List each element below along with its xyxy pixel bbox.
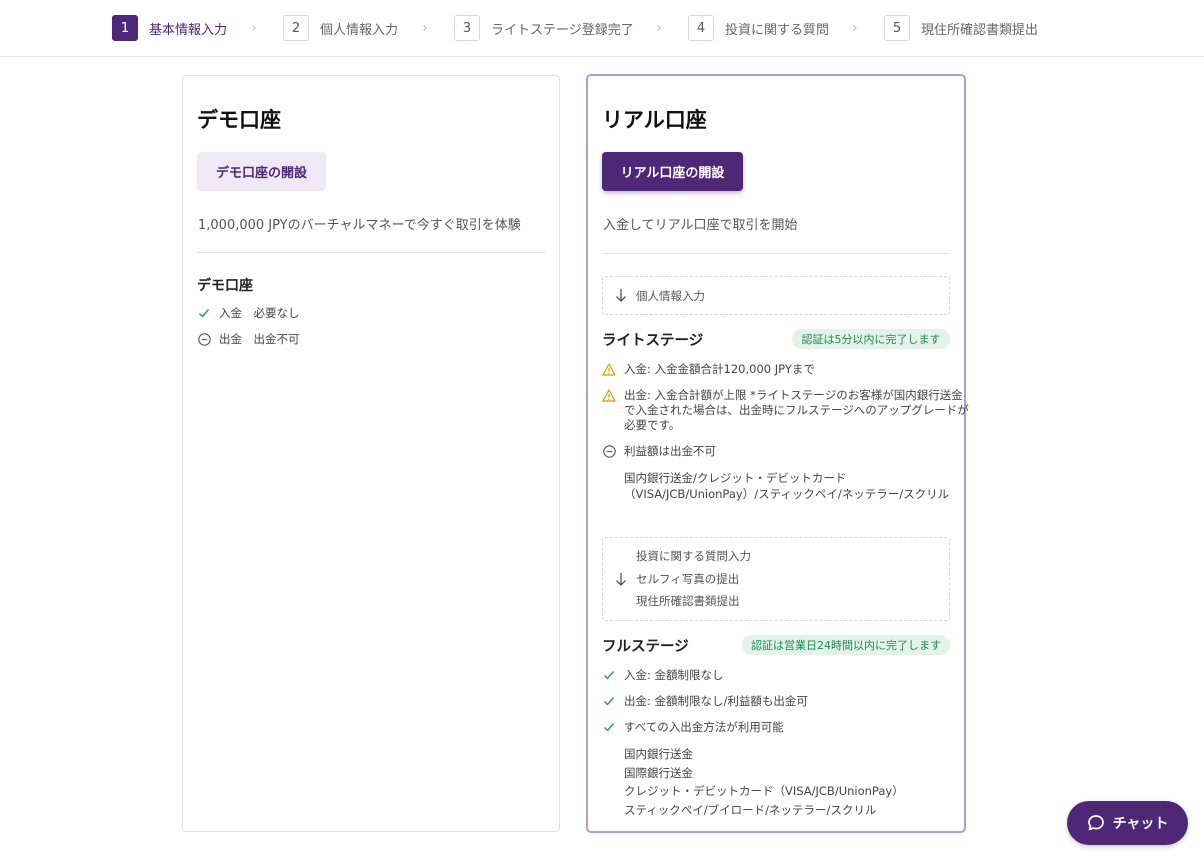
step-5[interactable]: 5 現住所確認書類提出	[884, 15, 1038, 41]
chat-button[interactable]: チャット	[1067, 801, 1188, 845]
chat-button-label: チャット	[1112, 816, 1169, 832]
lite-profit-text: 利益額は出金不可	[624, 444, 716, 458]
demo-section-title: デモ口座	[197, 278, 253, 294]
full-method-4: スティックペイ/ブイロード/ネッテラー/スクリル	[624, 803, 877, 817]
chat-bubble-icon	[1087, 815, 1104, 831]
investment-questions-step: 投資に関する質問入力	[636, 549, 751, 563]
demo-description: 1,000,000 JPYのバーチャルマネーで今すぐ取引を体験	[198, 218, 521, 233]
progress-stepper: 1 基本情報入力 › 2 個人情報入力 › 3 ライトステージ登録完了 › 4 …	[0, 0, 1204, 57]
check-icon	[602, 694, 616, 708]
full-deposit-row: 入金: 金額制限なし	[602, 668, 724, 683]
lite-stage-title: ライトステージ	[602, 333, 704, 349]
step-number: 5	[884, 15, 910, 41]
step-label: 投資に関する質問	[725, 22, 830, 38]
step-label: 個人情報入力	[320, 22, 399, 38]
lite-withdraw-text: 出金: 入金合計額が上限 *ライトステージのお客様が国内銀行送金 で入金された場…	[624, 388, 969, 433]
minus-circle-icon	[197, 332, 211, 346]
full-all-methods-row: すべての入出金方法が利用可能	[602, 720, 784, 735]
check-icon	[602, 668, 616, 682]
real-account-card: リアル口座 リアル口座の開設 入金してリアル口座で取引を開始 個人情報入力 ライ…	[586, 74, 969, 833]
demo-deposit-row: 入金 必要なし	[197, 306, 300, 321]
arrow-down-icon	[615, 572, 627, 591]
step-number: 2	[283, 15, 309, 41]
selfie-step: セルフィ写真の提出	[636, 572, 740, 586]
verification-steps-box: 投資に関する質問入力 セルフィ写真の提出 現住所確認書類提出	[602, 537, 950, 621]
chevron-right-icon: ›	[251, 20, 257, 36]
lite-withdraw-row: 出金: 入金合計額が上限 *ライトステージのお客様が国内銀行送金 で入金された場…	[602, 388, 969, 433]
personal-info-step-box: 個人情報入力	[602, 276, 950, 315]
full-stage-title: フルステージ	[602, 639, 689, 655]
demo-card-title: デモ口座	[197, 108, 281, 132]
personal-info-step-text: 個人情報入力	[636, 289, 705, 303]
step-number: 1	[112, 15, 138, 41]
step-3[interactable]: 3 ライトステージ登録完了	[454, 15, 634, 41]
chevron-right-icon: ›	[852, 20, 858, 36]
lite-methods-line-2: （VISA/JCB/UnionPay）/スティックペイ/ネッテラー/スクリル	[624, 487, 950, 501]
lite-deposit-row: 入金: 入金金額合計120,000 JPYまで	[602, 362, 815, 377]
open-demo-account-button[interactable]: デモ口座の開設	[197, 152, 326, 191]
arrow-down-icon	[615, 288, 627, 307]
full-all-methods-text: すべての入出金方法が利用可能	[624, 720, 784, 734]
full-withdraw-row: 出金: 金額制限なし/利益額も出金可	[602, 694, 808, 709]
lite-withdraw-line-1: 出金: 入金合計額が上限 *ライトステージのお客様が国内銀行送金	[624, 388, 963, 402]
demo-deposit-text: 入金 必要なし	[219, 306, 300, 320]
warning-icon	[602, 388, 616, 402]
lite-deposit-text: 入金: 入金金額合計120,000 JPYまで	[624, 362, 815, 376]
check-icon	[197, 306, 211, 320]
full-method-3: クレジット・デビットカード（VISA/JCB/UnionPay）	[624, 784, 904, 798]
step-2[interactable]: 2 個人情報入力	[283, 15, 398, 41]
open-real-account-button[interactable]: リアル口座の開設	[602, 152, 743, 191]
step-number: 4	[688, 15, 714, 41]
lite-withdraw-line-3: 必要です。	[624, 418, 681, 432]
full-method-2: 国際銀行送金	[624, 766, 693, 780]
step-4[interactable]: 4 投資に関する質問	[688, 15, 829, 41]
step-label: 基本情報入力	[149, 22, 228, 38]
lite-methods-line-1: 国内銀行送金/クレジット・デビットカード	[624, 471, 847, 485]
step-number: 3	[454, 15, 480, 41]
minus-circle-icon	[602, 444, 616, 458]
address-proof-step: 現住所確認書類提出	[636, 594, 740, 608]
demo-withdraw-row: 出金 出金不可	[197, 332, 300, 347]
chevron-right-icon: ›	[422, 20, 428, 36]
full-stage-badge: 認証は営業日24時間以内に完了します	[742, 635, 950, 655]
full-withdraw-text: 出金: 金額制限なし/利益額も出金可	[624, 694, 808, 708]
warning-icon	[602, 362, 616, 376]
divider	[602, 253, 950, 254]
divider	[197, 252, 545, 253]
check-icon	[602, 720, 616, 734]
lite-withdraw-line-2: で入金された場合は、出金時にフルステージへのアップグレードが	[624, 403, 969, 417]
lite-stage-badge: 認証は5分以内に完了します	[792, 329, 950, 349]
demo-account-card: デモ口座 デモ口座の開設 1,000,000 JPYのバーチャルマネーで今すぐ取…	[182, 75, 560, 832]
lite-profit-row: 利益額は出金不可	[602, 444, 716, 459]
real-description: 入金してリアル口座で取引を開始	[603, 218, 798, 233]
demo-withdraw-text: 出金 出金不可	[219, 332, 300, 346]
chevron-right-icon: ›	[656, 20, 662, 36]
step-1[interactable]: 1 基本情報入力	[112, 15, 227, 41]
full-deposit-text: 入金: 金額制限なし	[624, 668, 724, 682]
full-method-1: 国内銀行送金	[624, 747, 693, 761]
step-label: 現住所確認書類提出	[921, 22, 1039, 38]
step-label: ライトステージ登録完了	[491, 22, 634, 38]
real-card-title: リアル口座	[602, 108, 707, 132]
